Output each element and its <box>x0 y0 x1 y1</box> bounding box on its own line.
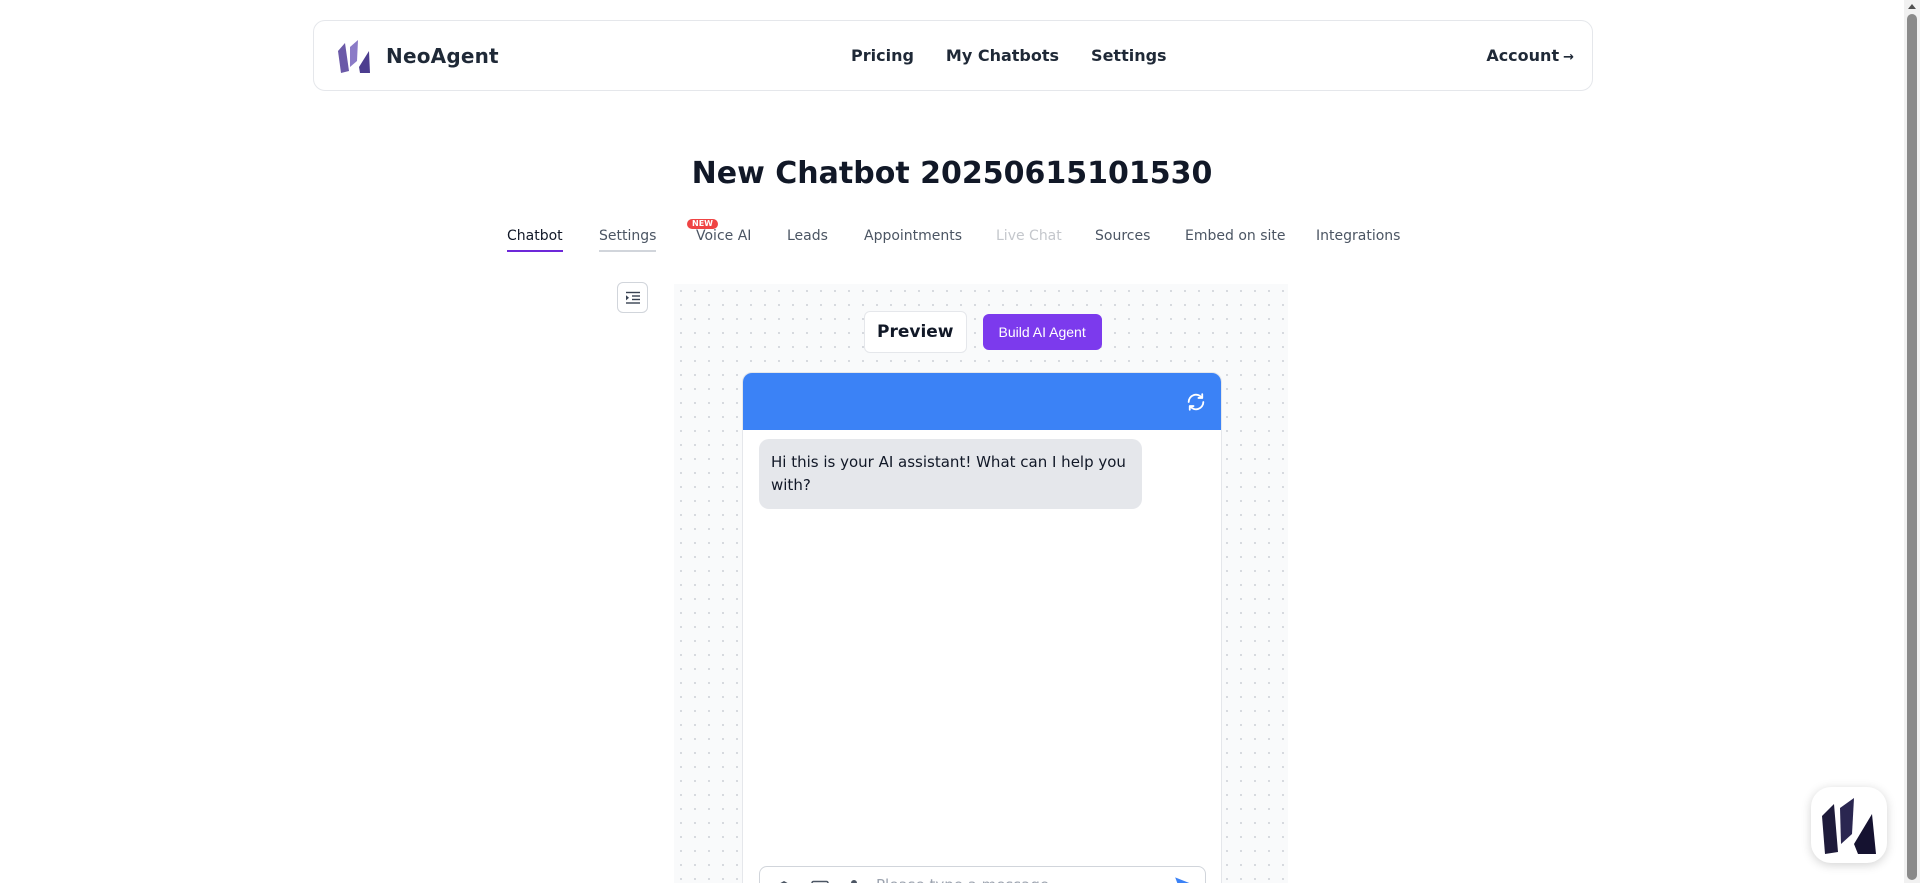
assistant-message-bubble: Hi this is your AI assistant! What can I… <box>759 439 1142 509</box>
chat-launcher-button[interactable] <box>1811 787 1887 863</box>
nav-settings[interactable]: Settings <box>1091 46 1167 65</box>
tab-sources[interactable]: Sources <box>1095 228 1150 250</box>
chat-header <box>743 373 1221 430</box>
tab-live-chat: Live Chat <box>996 228 1062 244</box>
nav-pricing[interactable]: Pricing <box>851 46 914 65</box>
image-icon[interactable] <box>810 878 830 883</box>
main-nav: Pricing My Chatbots Settings <box>851 46 1167 65</box>
tab-embed-on-site[interactable]: Embed on site <box>1185 228 1286 250</box>
nav-my-chatbots[interactable]: My Chatbots <box>946 46 1059 65</box>
tab-chatbot[interactable]: Chatbot <box>507 228 563 252</box>
new-badge: NEW <box>687 219 718 229</box>
send-icon[interactable] <box>1173 873 1199 883</box>
page-scrollbar[interactable] <box>1904 0 1920 883</box>
tab-voice-ai-label: Voice AI <box>696 228 752 244</box>
account-label: Account <box>1486 46 1560 65</box>
collapse-sidebar-button[interactable] <box>617 282 648 313</box>
chat-widget: Hi this is your AI assistant! What can I… <box>742 372 1222 883</box>
top-navbar: NeoAgent Pricing My Chatbots Settings Ac… <box>313 20 1593 91</box>
brand-logo-icon <box>338 40 370 73</box>
arrow-right-icon: → <box>1563 50 1574 65</box>
brand[interactable]: NeoAgent <box>336 37 499 75</box>
brand-name: NeoAgent <box>386 44 499 68</box>
microphone-icon[interactable] <box>844 878 864 883</box>
collapse-sidebar-icon <box>625 291 640 304</box>
message-input[interactable] <box>876 876 1166 883</box>
build-ai-agent-button[interactable]: Build AI Agent <box>982 314 1102 350</box>
account-link[interactable]: Account → <box>1486 46 1574 65</box>
scrollbar-thumb[interactable] <box>1907 14 1917 880</box>
message-composer <box>759 866 1206 883</box>
refresh-icon[interactable] <box>1185 391 1207 413</box>
tab-leads[interactable]: Leads <box>787 228 828 250</box>
tab-settings[interactable]: Settings <box>599 228 657 252</box>
page: NeoAgent Pricing My Chatbots Settings Ac… <box>0 0 1920 883</box>
tab-appointments[interactable]: Appointments <box>864 228 962 250</box>
page-title: New Chatbot 20250615101530 <box>691 156 1213 191</box>
tab-voice-ai[interactable]: NEW Voice AI <box>687 219 752 250</box>
launcher-logo-icon <box>1822 798 1876 854</box>
tab-integrations[interactable]: Integrations <box>1316 228 1400 250</box>
layers-icon[interactable] <box>774 878 794 883</box>
preview-button[interactable]: Preview <box>864 311 967 353</box>
scroll-up-arrow-icon[interactable] <box>1908 4 1916 9</box>
preview-toolbar: Preview Build AI Agent <box>864 311 1102 353</box>
preview-canvas: Preview Build AI Agent Hi this is your A… <box>674 284 1288 883</box>
